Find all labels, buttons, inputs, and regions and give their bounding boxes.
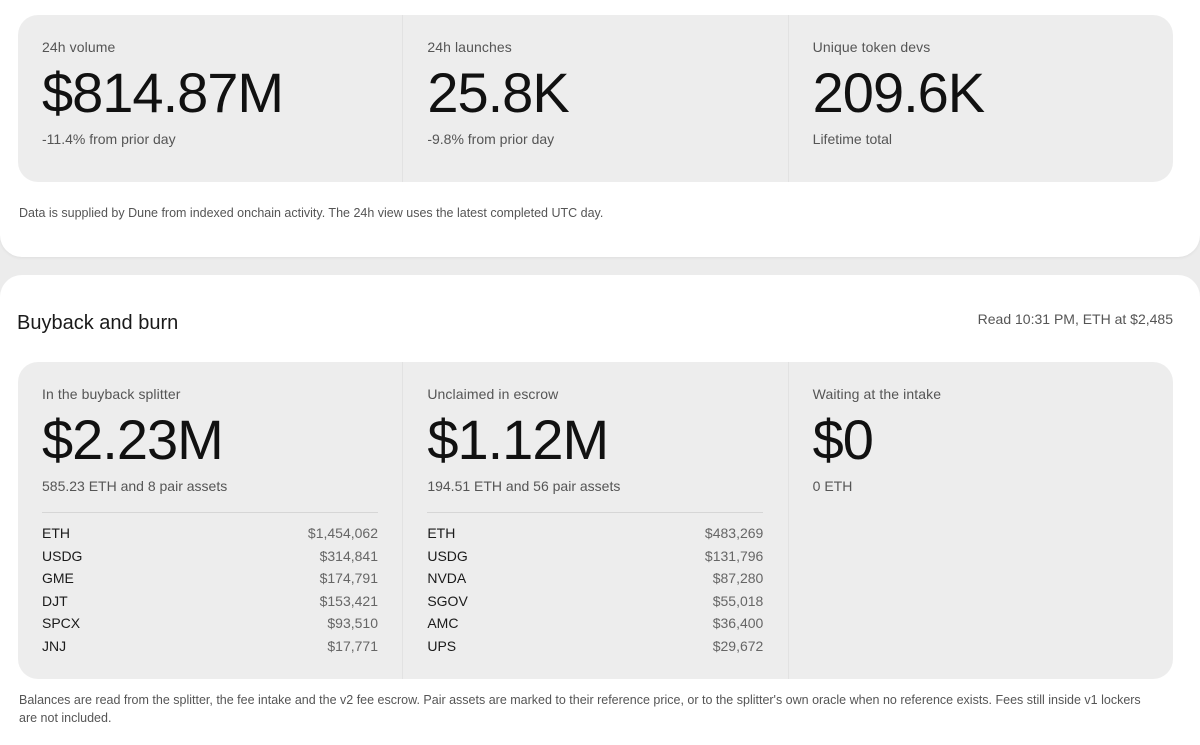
asset-amount: $314,841	[319, 547, 378, 564]
asset-name: UPS	[427, 637, 457, 654]
overview-card: 24h volume $814.87M -11.4% from prior da…	[0, 0, 1200, 257]
stat-value: 209.6K	[812, 61, 986, 124]
asset-amount: $174,791	[319, 570, 378, 587]
read-timestamp: Read 10:31 PM, ETH at $2,485	[977, 311, 1173, 327]
stat-value: $2.23M	[42, 408, 224, 471]
asset-amount: $131,796	[704, 547, 764, 564]
stat-label: Unclaimed in escrow	[427, 386, 559, 402]
table-row: SGOV $55,018	[427, 590, 763, 613]
overview-data-note: Data is supplied by Dune from indexed on…	[19, 206, 604, 220]
table-row: ETH $483,269	[427, 522, 763, 545]
asset-table: ETH $1,454,062 USDG $314,841 GME $174,791 D…	[42, 512, 378, 658]
asset-table: ETH $483,269 USDG $131,796 NVDA $87,280 SGO…	[427, 512, 764, 658]
stat-sub: 585.23 ETH and 8 pair assets	[42, 478, 228, 494]
intake-column: Waiting at the intake $0 0 ETH	[787, 362, 1173, 679]
stat-label: In the buyback splitter	[42, 386, 181, 402]
stat-sub: 194.51 ETH and 56 pair assets	[427, 478, 621, 494]
escrow-column: Unclaimed in escrow $1.12M 194.51 ETH an…	[402, 362, 787, 679]
overview-stats-panel: 24h volume $814.87M -11.4% from prior da…	[18, 15, 1173, 182]
asset-name: ETH	[427, 525, 456, 541]
table-row: DJT $153,421	[42, 590, 378, 613]
table-row: USDG $314,841	[42, 545, 378, 568]
asset-name: NVDA	[427, 570, 467, 587]
asset-name: USDG	[427, 547, 468, 564]
asset-amount: $153,421	[319, 592, 378, 609]
stat-sub: 0 ETH	[812, 478, 853, 494]
asset-amount: $55,018	[712, 592, 764, 609]
asset-amount: $36,400	[712, 615, 764, 632]
asset-name: SPCX	[42, 615, 81, 632]
buyback-panel: In the buyback splitter $2.23M 585.23 ET…	[18, 362, 1173, 679]
table-row: ETH $1,454,062	[42, 522, 378, 545]
table-row: NVDA $87,280	[427, 567, 763, 590]
buyback-splitter-column: In the buyback splitter $2.23M 585.23 ET…	[18, 362, 402, 679]
asset-name: DJT	[42, 592, 68, 609]
stat-unique-token-devs: Unique token devs 209.6K Lifetime total	[787, 15, 1173, 182]
stat-24h-volume: 24h volume $814.87M -11.4% from prior da…	[18, 15, 402, 182]
asset-amount: $93,510	[327, 615, 378, 632]
asset-name: JNJ	[42, 637, 67, 654]
table-row: SPCX $93,510	[42, 612, 378, 635]
stat-label: Unique token devs	[812, 39, 931, 55]
asset-name: GME	[42, 570, 74, 587]
stat-24h-launches: 24h launches 25.8K -9.8% from prior day	[402, 15, 787, 182]
table-row: JNJ $17,771	[42, 635, 378, 658]
asset-name: SGOV	[427, 592, 468, 609]
asset-amount: $483,269	[704, 525, 764, 541]
table-row: UPS $29,672	[427, 635, 763, 658]
asset-amount: $29,672	[712, 637, 764, 654]
asset-amount: $1,454,062	[307, 525, 378, 541]
stat-value: 25.8K	[427, 61, 569, 124]
stat-label: Waiting at the intake	[812, 386, 942, 402]
stat-sub: -9.8% from prior day	[427, 131, 555, 147]
buyback-card: Buyback and burn Read 10:31 PM, ETH at $…	[0, 275, 1200, 745]
asset-amount: $87,280	[712, 570, 764, 587]
balances-note: Balances are read from the splitter, the…	[19, 693, 1141, 725]
stat-value: $0	[812, 408, 874, 471]
asset-amount: $17,771	[327, 637, 378, 654]
stat-sub: Lifetime total	[812, 131, 893, 147]
asset-name: AMC	[427, 615, 459, 632]
stat-sub: -11.4% from prior day	[42, 131, 176, 147]
stat-value: $814.87M	[42, 61, 284, 124]
stat-label: 24h volume	[42, 39, 116, 55]
section-title: Buyback and burn	[17, 312, 179, 334]
table-row: GME $174,791	[42, 567, 378, 590]
table-row: USDG $131,796	[427, 545, 763, 568]
table-row: AMC $36,400	[427, 612, 763, 635]
asset-name: ETH	[42, 525, 70, 541]
stat-value: $1.12M	[427, 408, 609, 471]
asset-name: USDG	[42, 547, 83, 564]
stat-label: 24h launches	[427, 39, 512, 55]
